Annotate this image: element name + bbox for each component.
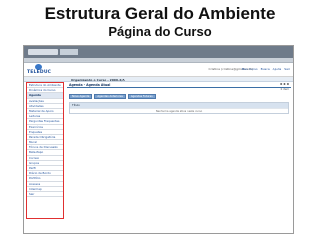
- logo-text: TELEDUC: [27, 70, 52, 75]
- app-header: TELEDUC Cristina (cristina@gmail.com) Me…: [24, 63, 293, 77]
- browser-toolbar: [24, 46, 293, 58]
- previous-agendas-button[interactable]: Agendas Anteriores: [94, 94, 126, 99]
- link-ajuda[interactable]: Ajuda: [273, 67, 282, 71]
- item-count-row: 0 item: [67, 88, 291, 92]
- content-area: Agenda - Agenda Atual x x x 0 item Nova …: [67, 82, 291, 219]
- teleduc-logo[interactable]: TELEDUC: [27, 64, 51, 76]
- link-sair[interactable]: Sair: [284, 67, 290, 71]
- page-title: Agenda - Agenda Atual: [69, 83, 111, 87]
- action-row: Nova Agenda Agendas Anteriores Agendas F…: [67, 92, 291, 101]
- new-agenda-button[interactable]: Nova Agenda: [69, 94, 93, 99]
- menu-item-sair[interactable]: Sair: [27, 192, 63, 198]
- search-bar[interactable]: [60, 49, 78, 55]
- agenda-table: Título Nenhuma agenda ativa neste curso: [69, 102, 289, 114]
- course-name: Organizando o Curso - 2009-2/A: [71, 77, 125, 82]
- tools-menu: Estrutura do Ambiente Dinâmica do Curso …: [26, 82, 64, 219]
- slide-subtitle: Página do Curso: [108, 24, 212, 39]
- link-busca[interactable]: Busca: [261, 67, 270, 71]
- slide-title: Estrutura Geral do Ambiente: [44, 4, 276, 23]
- header-links: Meu Curso Busca Ajuda Sair: [242, 67, 290, 71]
- window-controls[interactable]: x x x: [280, 82, 289, 86]
- table-row: Nenhuma agenda ativa neste curso: [70, 108, 288, 113]
- item-count: 0 item: [280, 88, 289, 91]
- future-agendas-button[interactable]: Agendas Futuras: [127, 94, 156, 99]
- link-meu-curso[interactable]: Meu Curso: [242, 67, 258, 71]
- address-bar[interactable]: [28, 49, 58, 55]
